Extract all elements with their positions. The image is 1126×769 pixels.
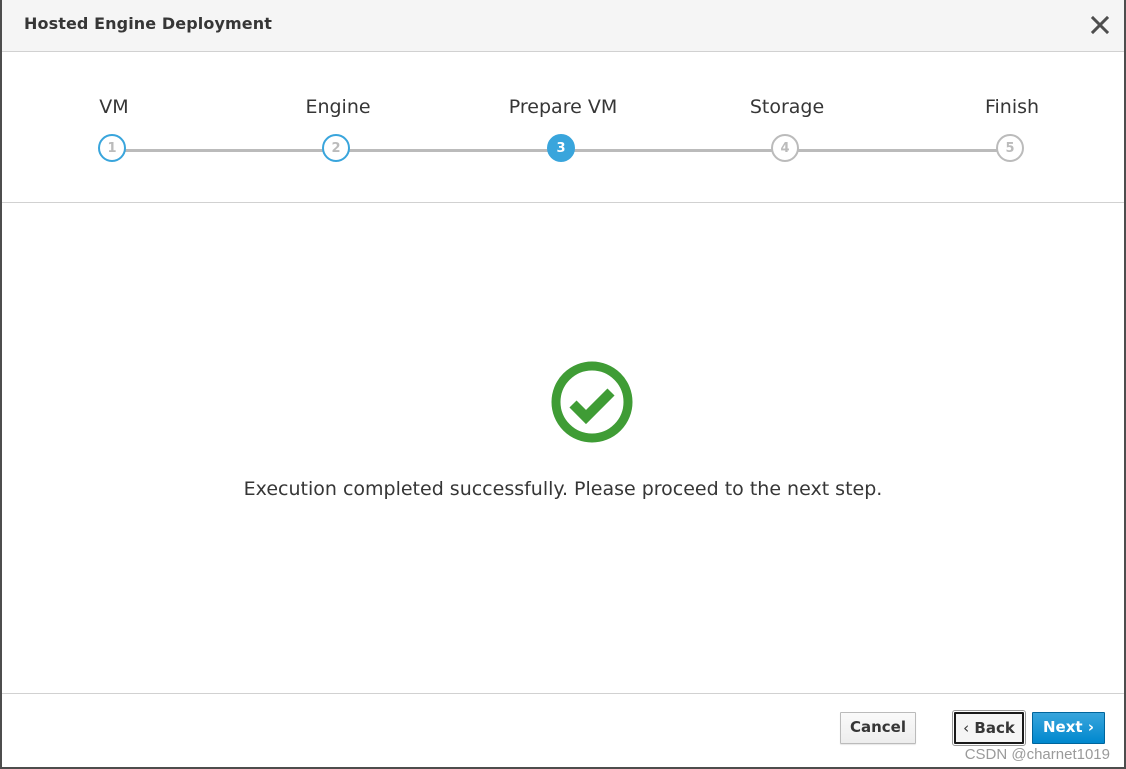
- step-number-circle: 5: [996, 134, 1024, 162]
- wizard-body: Execution completed successfully. Please…: [2, 203, 1124, 693]
- cancel-button[interactable]: Cancel: [840, 712, 916, 744]
- watermark: CSDN @charnet1019: [964, 746, 1110, 763]
- step-label: Finish: [984, 96, 1040, 118]
- step-number-circle: 3: [547, 134, 575, 162]
- close-icon: [1090, 15, 1110, 35]
- next-button[interactable]: Next ›: [1032, 712, 1105, 744]
- dialog-header: Hosted Engine Deployment: [2, 0, 1124, 52]
- chevron-left-icon: ‹: [963, 719, 970, 737]
- step-number-circle: 1: [98, 134, 126, 162]
- step-number-circle: 2: [322, 134, 350, 162]
- step-label: VM: [99, 96, 129, 118]
- hosted-engine-deployment-dialog: Hosted Engine Deployment VM 1 Engine 2 P…: [0, 0, 1126, 769]
- step-label: Prepare VM: [508, 96, 618, 118]
- step-label: Engine: [305, 96, 371, 118]
- back-button[interactable]: ‹ Back: [952, 710, 1026, 746]
- dialog-footer: Cancel ‹ Back Next › CSDN @charnet1019: [2, 693, 1124, 767]
- wizard-steps: VM 1 Engine 2 Prepare VM 3 Storage 4 Fin…: [2, 52, 1124, 203]
- step-number-circle: 4: [771, 134, 799, 162]
- back-button-label: Back: [974, 719, 1015, 737]
- next-button-label: Next: [1043, 718, 1083, 736]
- close-button[interactable]: [1088, 13, 1112, 37]
- chevron-right-icon: ›: [1087, 718, 1094, 736]
- step-label: Storage: [749, 96, 825, 118]
- execution-status-message: Execution completed successfully. Please…: [243, 478, 883, 500]
- dialog-title: Hosted Engine Deployment: [24, 14, 272, 33]
- success-check-circle-icon: [551, 361, 633, 443]
